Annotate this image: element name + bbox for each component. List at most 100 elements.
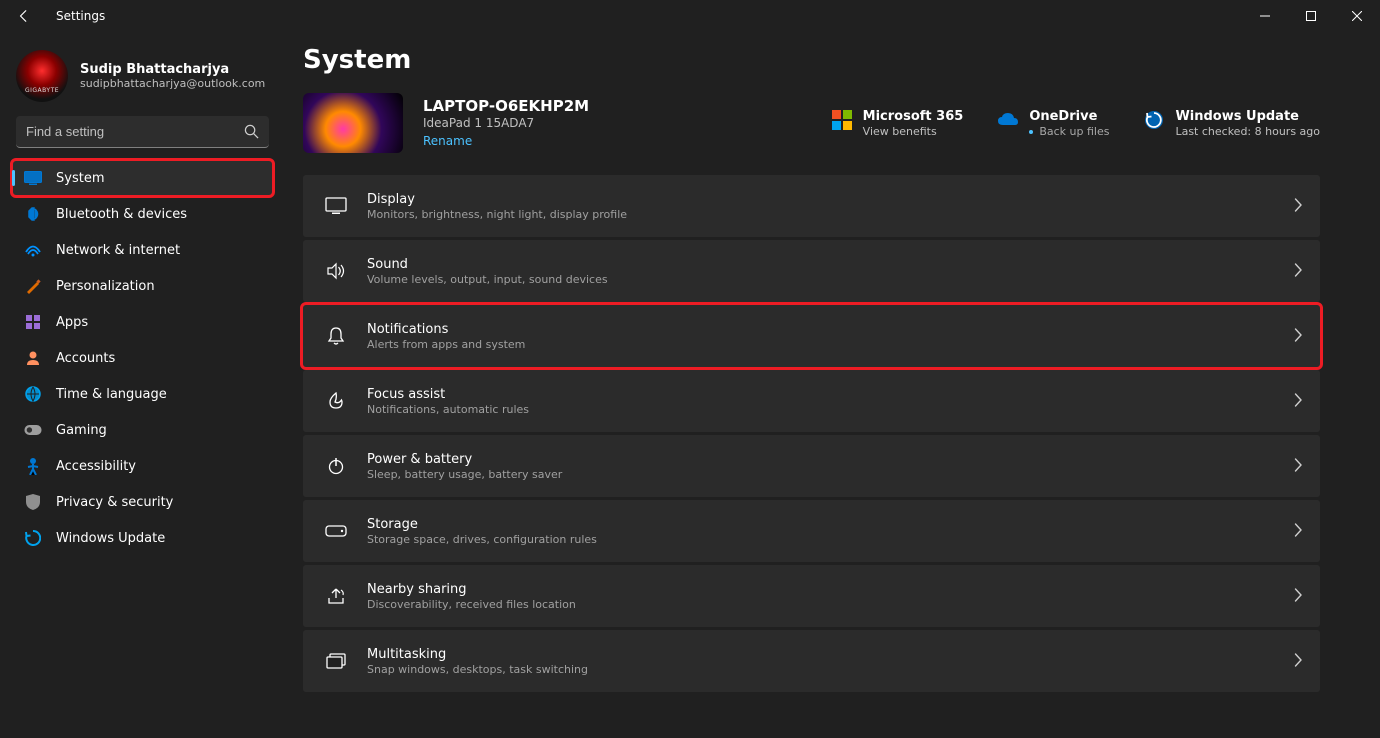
device-name: LAPTOP-O6EKHP2M	[423, 97, 589, 115]
row-nearby-sharing[interactable]: Nearby sharing Discoverability, received…	[303, 565, 1320, 627]
device-thumbnail	[303, 93, 403, 153]
sidebar-item-label: Accessibility	[56, 459, 136, 474]
sidebar-item-windows-update[interactable]: Windows Update	[12, 520, 273, 556]
search-input[interactable]	[16, 116, 269, 148]
sidebar-item-label: System	[56, 171, 104, 186]
nav-icon	[24, 313, 42, 331]
sidebar-item-gaming[interactable]: Gaming	[12, 412, 273, 448]
sidebar-item-label: Windows Update	[56, 531, 165, 546]
chevron-right-icon	[1294, 392, 1302, 411]
nav-icon	[24, 277, 42, 295]
card-windows-update[interactable]: Windows UpdateLast checked: 8 hours ago	[1143, 109, 1320, 138]
chevron-right-icon	[1294, 262, 1302, 281]
sidebar-item-label: Privacy & security	[56, 495, 173, 510]
row-power-battery[interactable]: Power & battery Sleep, battery usage, ba…	[303, 435, 1320, 497]
onedrive-icon	[997, 109, 1019, 131]
rename-link[interactable]: Rename	[423, 134, 472, 148]
search-icon	[244, 124, 259, 139]
settings-rows: Display Monitors, brightness, night ligh…	[303, 175, 1320, 692]
onedrive-title: OneDrive	[1029, 109, 1109, 124]
row-desc: Volume levels, output, input, sound devi…	[367, 273, 1274, 286]
nav-icon	[24, 205, 42, 223]
sidebar-item-label: Gaming	[56, 423, 107, 438]
nav-list: System Bluetooth & devices Network & int…	[12, 160, 273, 556]
avatar: GIGABYTE	[16, 50, 68, 102]
window-controls	[1242, 0, 1380, 32]
minimize-icon	[1260, 11, 1270, 21]
device-model: IdeaPad 1 15ADA7	[423, 116, 589, 130]
row-icon	[325, 260, 347, 282]
close-button[interactable]	[1334, 0, 1380, 32]
cloud-cards: Microsoft 365View benefits OneDriveBack …	[831, 109, 1320, 138]
sidebar-item-personalization[interactable]: Personalization	[12, 268, 273, 304]
sidebar-item-accessibility[interactable]: Accessibility	[12, 448, 273, 484]
row-title: Power & battery	[367, 452, 1274, 467]
sidebar-item-accounts[interactable]: Accounts	[12, 340, 273, 376]
titlebar: Settings	[0, 0, 1380, 32]
row-title: Focus assist	[367, 387, 1274, 402]
row-icon	[325, 195, 347, 217]
row-icon	[325, 650, 347, 672]
chevron-right-icon	[1294, 327, 1302, 346]
page-title: System	[303, 45, 1320, 75]
row-icon	[325, 325, 347, 347]
row-desc: Snap windows, desktops, task switching	[367, 663, 1274, 676]
sidebar-item-label: Accounts	[56, 351, 115, 366]
user-profile[interactable]: GIGABYTE Sudip Bhattacharjya sudipbhatta…	[12, 42, 273, 116]
row-title: Storage	[367, 517, 1274, 532]
card-microsoft-365[interactable]: Microsoft 365View benefits	[831, 109, 964, 138]
sidebar-item-network-internet[interactable]: Network & internet	[12, 232, 273, 268]
sidebar-item-bluetooth-devices[interactable]: Bluetooth & devices	[12, 196, 273, 232]
nav-icon	[24, 385, 42, 403]
chevron-right-icon	[1294, 522, 1302, 541]
chevron-right-icon	[1294, 197, 1302, 216]
sidebar-item-label: Network & internet	[56, 243, 180, 258]
main: System LAPTOP-O6EKHP2M IdeaPad 1 15ADA7 …	[285, 32, 1380, 738]
m365-title: Microsoft 365	[863, 109, 964, 124]
sidebar-item-label: Bluetooth & devices	[56, 207, 187, 222]
arrow-left-icon	[17, 9, 31, 23]
sidebar-item-apps[interactable]: Apps	[12, 304, 273, 340]
chevron-right-icon	[1294, 652, 1302, 671]
sidebar-item-label: Personalization	[56, 279, 155, 294]
row-title: Notifications	[367, 322, 1274, 337]
card-onedrive[interactable]: OneDriveBack up files	[997, 109, 1109, 138]
row-desc: Monitors, brightness, night light, displ…	[367, 208, 1274, 221]
close-icon	[1352, 11, 1362, 21]
nav-icon	[24, 241, 42, 259]
row-desc: Sleep, battery usage, battery saver	[367, 468, 1274, 481]
row-sound[interactable]: Sound Volume levels, output, input, soun…	[303, 240, 1320, 302]
sidebar-item-system[interactable]: System	[12, 160, 273, 196]
row-focus-assist[interactable]: Focus assist Notifications, automatic ru…	[303, 370, 1320, 432]
nav-icon	[24, 529, 42, 547]
sidebar-item-label: Time & language	[56, 387, 167, 402]
user-email: sudipbhattacharjya@outlook.com	[80, 77, 265, 90]
sidebar: GIGABYTE Sudip Bhattacharjya sudipbhatta…	[0, 32, 285, 738]
row-title: Display	[367, 192, 1274, 207]
row-desc: Storage space, drives, configuration rul…	[367, 533, 1274, 546]
row-icon	[325, 520, 347, 542]
row-title: Sound	[367, 257, 1274, 272]
row-icon	[325, 455, 347, 477]
m365-sub: View benefits	[863, 125, 964, 138]
nav-icon	[24, 169, 42, 187]
chevron-right-icon	[1294, 457, 1302, 476]
nav-icon	[24, 457, 42, 475]
wu-title: Windows Update	[1175, 109, 1320, 124]
nav-icon	[24, 493, 42, 511]
sidebar-item-privacy-security[interactable]: Privacy & security	[12, 484, 273, 520]
row-notifications[interactable]: Notifications Alerts from apps and syste…	[303, 305, 1320, 367]
row-desc: Notifications, automatic rules	[367, 403, 1274, 416]
minimize-button[interactable]	[1242, 0, 1288, 32]
update-icon	[1143, 109, 1165, 131]
avatar-brand: GIGABYTE	[25, 87, 59, 94]
wu-sub: Last checked: 8 hours ago	[1175, 125, 1320, 138]
back-button[interactable]	[10, 2, 38, 30]
maximize-button[interactable]	[1288, 0, 1334, 32]
row-multitasking[interactable]: Multitasking Snap windows, desktops, tas…	[303, 630, 1320, 692]
nav-icon	[24, 421, 42, 439]
row-storage[interactable]: Storage Storage space, drives, configura…	[303, 500, 1320, 562]
sidebar-item-time-language[interactable]: Time & language	[12, 376, 273, 412]
user-name: Sudip Bhattacharjya	[80, 62, 265, 77]
row-display[interactable]: Display Monitors, brightness, night ligh…	[303, 175, 1320, 237]
